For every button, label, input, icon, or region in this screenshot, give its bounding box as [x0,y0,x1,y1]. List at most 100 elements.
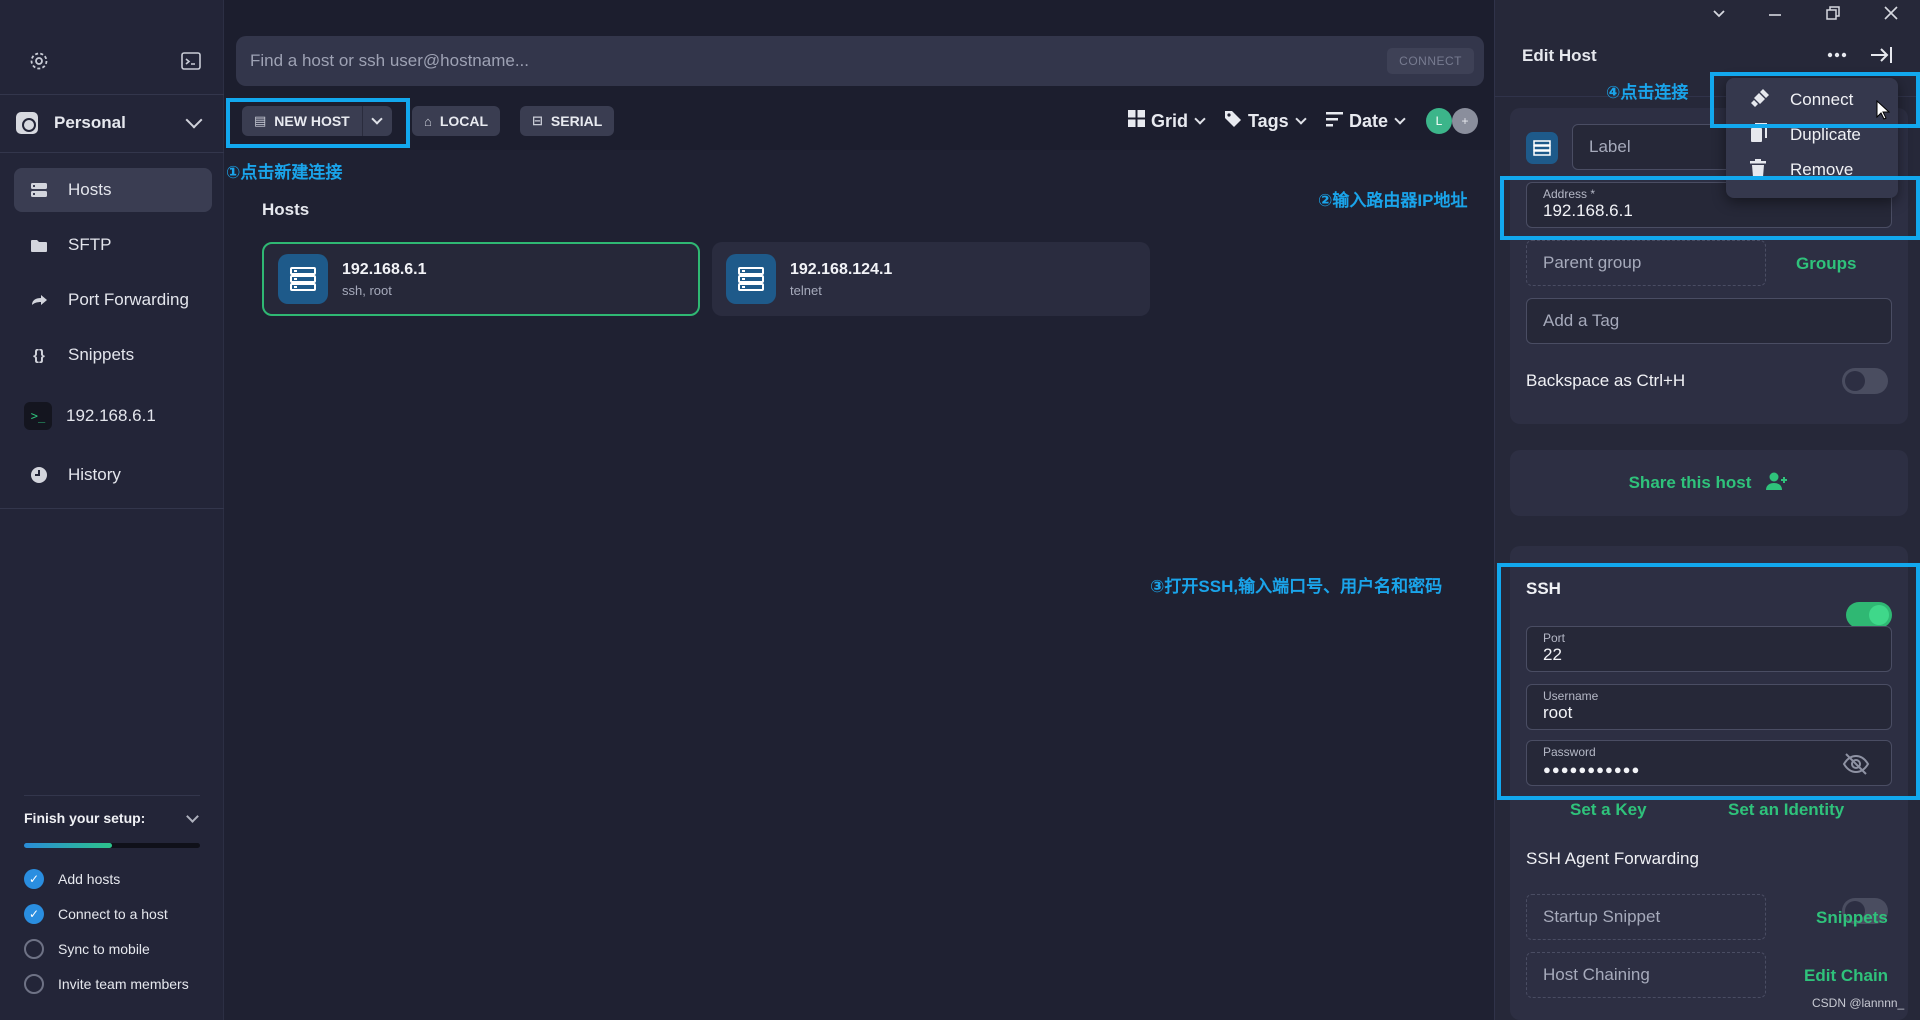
setup-item-add-hosts[interactable]: ✓ Add hosts [24,868,120,890]
settings-gear-icon[interactable] [28,50,50,72]
nav-label: Hosts [68,180,112,199]
tags-dropdown[interactable]: Tags [1224,106,1307,136]
chevron-down-icon [1394,113,1406,125]
startup-snippet-input[interactable]: Startup Snippet [1526,894,1766,940]
view-grid-dropdown[interactable]: Grid [1128,106,1206,136]
host-chaining-placeholder: Host Chaining [1543,965,1650,984]
chevron-down-icon[interactable] [186,810,199,823]
nav-label: SFTP [68,235,112,254]
groups-link[interactable]: Groups [1796,254,1856,274]
collapse-panel-icon[interactable] [1870,44,1894,71]
sort-date-dropdown[interactable]: Date [1326,106,1406,136]
host-card[interactable]: 192.168.124.1 telnet [712,242,1150,316]
setup-progress-fill [24,843,112,848]
nav-history[interactable]: History [14,453,212,497]
backspace-label: Backspace as Ctrl+H [1526,371,1686,390]
restore-icon[interactable] [1826,6,1840,25]
vault-selector[interactable]: Personal [16,108,208,138]
annotation-step2: ②输入路由器IP地址 [1318,191,1468,210]
annotation-step3: ③打开SSH,输入端口号、用户名和密码 [1150,577,1443,596]
nav-label: Port Forwarding [68,290,189,309]
empty-circle-icon [24,974,44,994]
terminal-window-icon[interactable] [180,50,202,72]
setup-item-label: Invite team members [58,976,189,992]
edit-chain-link[interactable]: Edit Chain [1804,966,1888,986]
clock-icon [28,464,50,486]
search-input[interactable] [250,51,1388,71]
local-label: LOCAL [439,113,489,129]
serial-label: SERIAL [550,113,603,129]
chevron-down-icon [1194,113,1206,125]
host-details: ssh, root [342,282,392,298]
serial-port-icon: ⊟ [532,113,543,128]
serial-button[interactable]: ⊟ SERIAL [520,106,615,136]
server-icon [1526,132,1558,164]
avatar[interactable]: L [1426,108,1452,134]
annotation-box-new-host [226,98,410,148]
menu-duplicate-label: Duplicate [1790,125,1861,144]
grid-label: Grid [1151,110,1189,131]
add-tag-input[interactable]: Add a Tag [1526,298,1892,344]
setup-item-connect[interactable]: ✓ Connect to a host [24,903,168,925]
check-circle-icon: ✓ [24,904,44,924]
add-user-icon [1765,471,1789,496]
grid-icon [1128,110,1145,132]
setup-item-label: Connect to a host [58,906,168,922]
more-options-icon[interactable] [1826,44,1848,71]
annotation-step4: ④点击连接 [1606,83,1689,102]
minimize-icon[interactable] [1768,6,1782,24]
host-chaining-input[interactable]: Host Chaining [1526,952,1766,998]
folder-icon [28,234,50,256]
set-identity-link[interactable]: Set an Identity [1728,800,1844,820]
label-placeholder: Label [1589,137,1631,156]
backspace-toggle[interactable] [1842,368,1888,394]
parent-group-input[interactable]: Parent group [1526,240,1766,286]
nav-sftp[interactable]: SFTP [14,223,212,267]
setup-item-label: Sync to mobile [58,941,150,957]
server-icon [278,254,328,304]
server-icon [726,254,776,304]
tags-label: Tags [1248,110,1289,131]
terminal-icon: >_ [24,402,52,430]
local-button[interactable]: ⌂ LOCAL [412,106,501,136]
nav-snippets[interactable]: {} Snippets [14,333,212,377]
nav-label: 192.168.6.1 [66,406,156,425]
home-icon: ⌂ [424,113,432,129]
annotation-box-address [1500,176,1920,240]
sort-icon [1326,111,1343,132]
section-title: Hosts [262,200,310,219]
connect-button[interactable]: CONNECT [1387,48,1474,74]
share-host-button[interactable]: Share this host [1510,450,1908,516]
annotation-box-connect [1710,72,1920,128]
setup-title: Finish your setup: [24,810,146,826]
chevron-down-icon [1295,113,1307,125]
date-label: Date [1349,110,1389,131]
host-card[interactable]: 192.168.6.1 ssh, root [262,242,700,316]
snippets-link[interactable]: Snippets [1816,908,1888,928]
share-label: Share this host [1628,473,1752,492]
search-bar: CONNECT [236,36,1484,86]
parent-group-placeholder: Parent group [1543,253,1642,272]
setup-item-sync[interactable]: Sync to mobile [24,938,150,960]
host-name: 192.168.6.1 [342,260,427,278]
annotation-step1: ①点击新建连接 [226,163,343,182]
panel-title: Edit Host [1522,46,1597,65]
setup-item-invite[interactable]: Invite team members [24,973,189,995]
hosts-icon [28,179,50,201]
nav-hosts[interactable]: Hosts [14,168,212,212]
nav-port-forwarding[interactable]: Port Forwarding [14,278,212,322]
nav-label: Snippets [68,345,135,364]
setup-progress-bar [24,843,200,848]
watermark: CSDN @lannnn_ [1812,996,1905,1010]
add-member-button[interactable]: + [1452,108,1478,134]
chevron-down-icon [185,111,203,129]
sidebar: Personal Hosts SFTP Port Forwarding {} S… [0,0,224,1020]
close-icon[interactable] [1884,6,1898,25]
tag-icon [1224,110,1242,133]
braces-icon: {} [33,346,45,364]
chevron-down-icon[interactable] [1712,6,1726,24]
vault-label: Personal [54,113,126,132]
set-key-link[interactable]: Set a Key [1570,800,1647,820]
startup-snippet-placeholder: Startup Snippet [1543,907,1661,926]
nav-session-192-168-6-1[interactable]: >_ 192.168.6.1 [14,394,212,438]
